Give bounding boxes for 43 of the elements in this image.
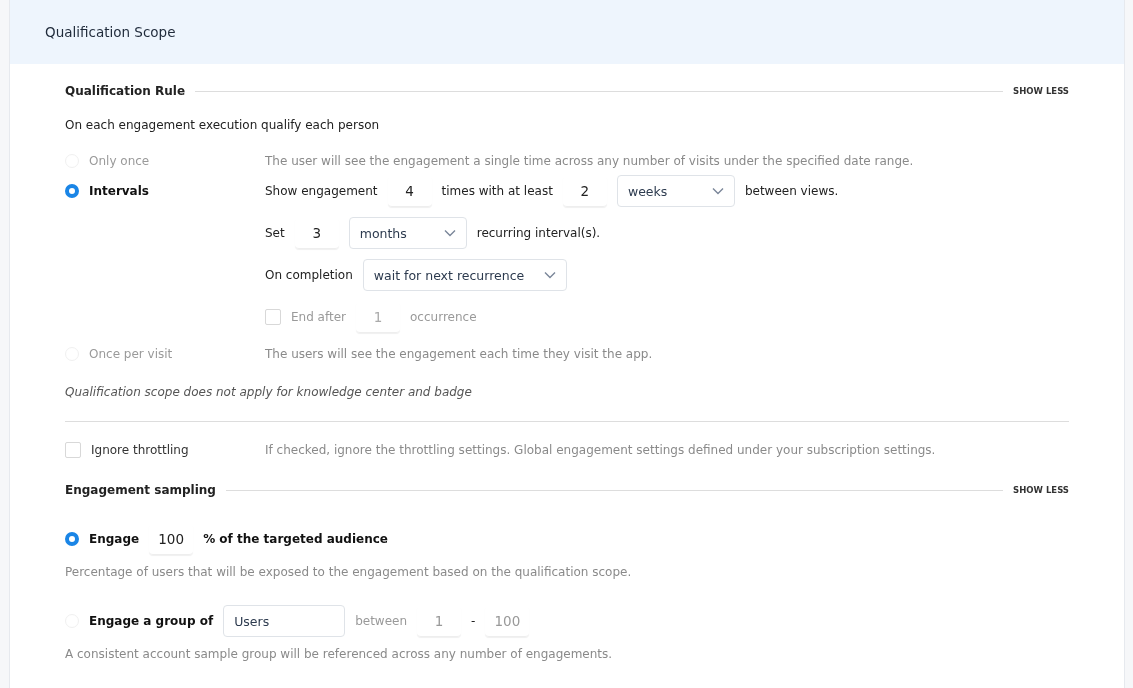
- checkbox-label: Ignore throttling: [91, 443, 189, 457]
- option-label: Engage a group of: [89, 614, 214, 628]
- radio-button[interactable]: [65, 532, 79, 546]
- option-label: Only once: [89, 154, 150, 168]
- intro-text: On each engagement execution qualify each person: [65, 118, 381, 134]
- option-description: The users will see the engagement each time they visit the app.: [265, 347, 653, 361]
- input-field[interactable]: Users: [223, 605, 346, 637]
- setting-text: recurring interval(s).: [476, 226, 601, 240]
- show-less-link[interactable]: SHOW LESS: [1013, 86, 1069, 96]
- dropdown[interactable]: months: [348, 217, 467, 249]
- option-description: The user will see the engagement a single time across any number of visits under the specified date range.: [265, 154, 914, 168]
- option-label: Intervals: [89, 184, 149, 198]
- chevron-down-icon: [544, 271, 557, 279]
- chevron-down-icon: [443, 229, 456, 237]
- option-text: between: [355, 614, 408, 628]
- option-label: Once per visit: [89, 347, 173, 361]
- option-label: % of the targeted audience: [203, 532, 388, 546]
- section-heading: Engagement sampling: [65, 483, 216, 497]
- option-description: If checked, ignore the throttling settings. Global engagement settings defined under your subscription settings.: [265, 443, 936, 457]
- option-description: Percentage of users that will be exposed to the engagement based on the qualification scope.: [65, 565, 633, 579]
- panel-title: Qualification Scope: [45, 24, 176, 40]
- number-field[interactable]: 2: [562, 175, 607, 207]
- checkbox-label: End after: [291, 310, 346, 324]
- option-label: Engage: [89, 532, 140, 546]
- number-field[interactable]: 3: [294, 217, 339, 249]
- section-heading: Qualification Rule: [65, 84, 186, 98]
- setting-text: On completion: [265, 268, 353, 282]
- setting-text: times with at least: [441, 184, 553, 198]
- dropdown[interactable]: weeks: [616, 175, 735, 207]
- setting-text: Set: [265, 226, 285, 240]
- radio-button[interactable]: [65, 184, 79, 198]
- option-description: A consistent account sample group will be referenced across any number of engagements.: [65, 647, 614, 661]
- dropdown[interactable]: wait for next recurrence: [362, 259, 568, 291]
- setting-text: Show engagement: [265, 184, 378, 198]
- show-less-link[interactable]: SHOW LESS: [1013, 485, 1069, 495]
- number-field[interactable]: 4: [387, 175, 432, 207]
- note-text: Qualification scope does not apply for knowledge center and badge: [65, 385, 473, 399]
- checkbox[interactable]: [65, 442, 81, 458]
- range-separator: -: [471, 614, 476, 628]
- chevron-down-icon: [711, 187, 724, 195]
- setting-text: occurrence: [410, 310, 477, 324]
- setting-text: between views.: [744, 184, 839, 198]
- number-field[interactable]: 100: [149, 523, 194, 555]
